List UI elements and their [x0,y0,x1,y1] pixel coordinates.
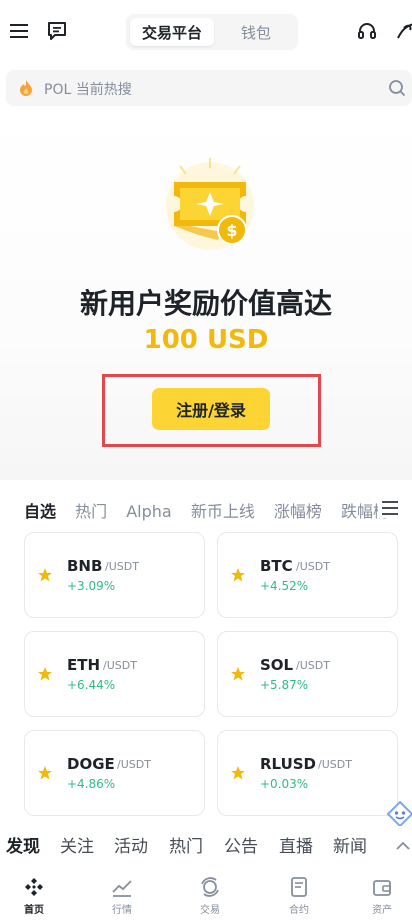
card-quote: /USDT [103,659,137,672]
star-icon[interactable] [37,765,53,785]
nav-markets[interactable]: 行情 [92,876,152,916]
card-change: +4.52% [260,579,309,593]
card-change: +5.87% [260,678,309,692]
headset-icon[interactable] [354,18,380,44]
market-card-eth[interactable]: ETH /USDT +6.44% [24,631,205,717]
feed-tabs: 发现 关注 活动 热门 公告 直播 新闻 [0,826,412,862]
promo-title: 新用户奖励价值高达 [79,287,332,320]
tabs-more-icon[interactable] [378,498,402,518]
card-symbol: DOGE [67,755,115,773]
search-bar[interactable]: POL 当前热搜 [6,70,412,106]
card-change: +4.86% [67,777,116,791]
nav-home[interactable]: 首页 [4,876,64,916]
register-login-button[interactable]: 注册/登录 [152,388,270,430]
wallet-icon [352,876,412,898]
menu-icon[interactable] [6,18,32,44]
market-card-doge[interactable]: DOGE /USDT +4.86% [24,730,205,816]
link-icon[interactable] [392,18,412,44]
market-panel: 自选 热门 Alpha 新币上线 涨幅榜 跌幅榜 BNB /USDT +3.09… [8,484,412,820]
nav-label: 交易 [200,905,220,916]
market-card-btc[interactable]: BTC /USDT +4.52% [217,532,398,618]
card-quote: /USDT [296,659,330,672]
card-symbol: BTC [260,557,293,575]
tab-exchange[interactable]: 交易平台 [130,18,214,46]
feed-tab-hot[interactable]: 热门 [169,832,203,857]
top-header: 交易平台 钱包 [0,0,412,64]
tab-alpha[interactable]: Alpha [126,502,172,521]
search-icon[interactable] [388,79,406,101]
market-card-sol[interactable]: SOL /USDT +5.87% [217,631,398,717]
trade-icon [180,876,240,898]
feed-tab-events[interactable]: 活动 [114,832,148,857]
card-quote: /USDT [117,758,151,771]
futures-icon [269,876,329,898]
reward-ticket-icon: $ [160,158,260,258]
bottom-navigation: 首页 行情 交易 合约 资产 [0,868,412,921]
card-quote: /USDT [296,560,330,573]
card-change: +3.09% [67,579,116,593]
promo-banner: $ 新用户奖励价值高达 100 USD 注册/登录 [0,110,412,480]
search-placeholder: POL 当前热搜 [44,82,132,98]
star-icon[interactable] [230,567,246,587]
card-symbol: BNB [67,557,103,575]
feed-tab-announcements[interactable]: 公告 [224,832,258,857]
home-icon [4,876,64,898]
card-symbol: RLUSD [260,755,317,773]
card-change: +6.44% [67,678,116,692]
nav-assets[interactable]: 资产 [352,876,412,916]
tab-hot[interactable]: 热门 [75,498,107,522]
star-icon[interactable] [230,765,246,785]
promo-amount: 100 USD [143,325,269,355]
star-icon[interactable] [37,567,53,587]
card-quote: /USDT [318,758,352,771]
card-symbol: ETH [67,656,101,674]
feed-tab-live[interactable]: 直播 [279,832,313,857]
nav-label: 行情 [112,905,132,916]
tab-favorites[interactable]: 自选 [24,498,56,522]
feed-tab-following[interactable]: 关注 [60,832,94,857]
market-card-rlusd[interactable]: RLUSD /USDT +0.03% [217,730,398,816]
nav-futures[interactable]: 合约 [269,876,329,916]
tab-new-listings[interactable]: 新币上线 [191,498,255,522]
star-icon[interactable] [230,666,246,686]
feed-tab-news[interactable]: 新闻 [333,832,367,857]
fire-icon [18,79,34,101]
nav-label: 合约 [289,905,309,916]
market-card-bnb[interactable]: BNB /USDT +3.09% [24,532,205,618]
star-icon[interactable] [37,666,53,686]
nav-trade[interactable]: 交易 [180,876,240,916]
market-tabs: 自选 热门 Alpha 新币上线 涨幅榜 跌幅榜 [24,498,404,522]
svg-text:$: $ [226,221,237,240]
nav-label: 资产 [372,905,392,916]
tab-gainers[interactable]: 涨幅榜 [274,498,322,522]
tab-wallet[interactable]: 钱包 [218,18,294,46]
chat-icon[interactable] [44,18,70,44]
markets-icon [92,876,152,898]
feed-tab-discover[interactable]: 发现 [6,832,40,857]
card-symbol: SOL [260,656,294,674]
platform-switch: 交易平台 钱包 [126,14,298,50]
card-quote: /USDT [105,560,139,573]
card-change: +0.03% [260,777,309,791]
nav-label: 首页 [24,905,44,916]
chevron-up-icon[interactable] [396,836,410,855]
